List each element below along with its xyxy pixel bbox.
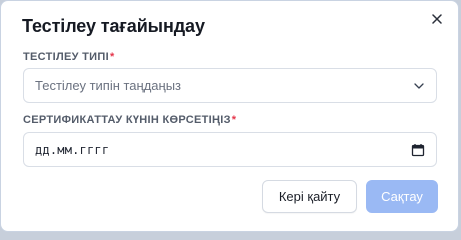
test-type-label-text: ТЕСТІЛЕУ ТИПІ [23, 51, 109, 63]
required-mark: * [231, 114, 237, 126]
save-button[interactable]: Сақтау [366, 180, 438, 213]
cert-date-label: СЕРТИФИКАТТАУ КҮНІН КӨРСЕТІҢІЗ* [23, 114, 236, 126]
chevron-down-icon [414, 83, 424, 89]
dialog-title: Тестілеу тағайындау [22, 16, 205, 36]
required-mark: * [109, 51, 115, 63]
cert-date-input[interactable]: дд.мм.гггг [23, 132, 437, 167]
close-icon [432, 14, 442, 24]
calendar-icon[interactable] [411, 143, 425, 157]
back-button[interactable]: Кері қайту [262, 180, 357, 213]
assign-test-dialog: Тестілеу тағайындау ТЕСТІЛЕУ ТИПІ* Тесті… [0, 0, 459, 232]
test-type-select[interactable]: Тестілеу типін таңдаңыз [23, 68, 437, 103]
close-button[interactable] [428, 10, 446, 28]
cert-date-value: дд.мм.гггг [35, 142, 110, 157]
test-type-placeholder: Тестілеу типін таңдаңыз [35, 78, 182, 93]
test-type-label: ТЕСТІЛЕУ ТИПІ* [23, 51, 115, 63]
cert-date-label-text: СЕРТИФИКАТТАУ КҮНІН КӨРСЕТІҢІЗ [23, 114, 231, 126]
